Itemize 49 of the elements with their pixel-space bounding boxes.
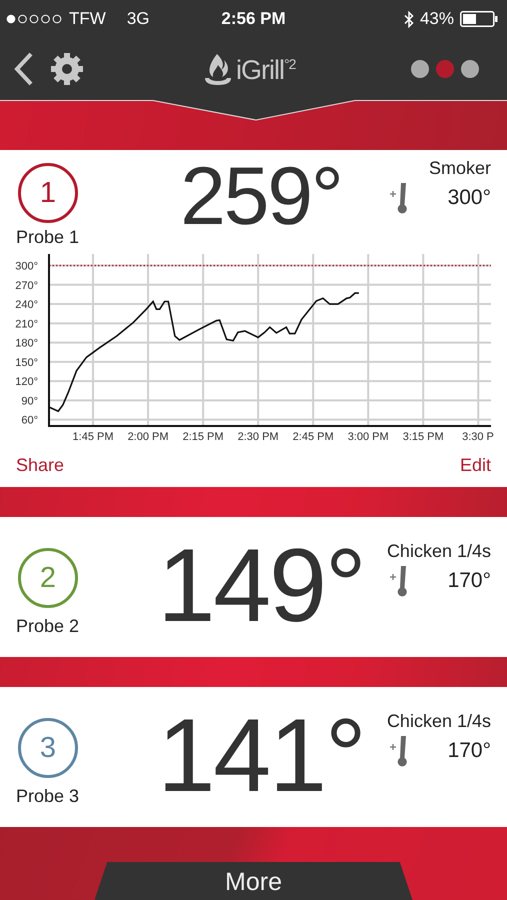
probe-name: Probe 1 bbox=[16, 227, 80, 248]
y-axis-label: 120° bbox=[15, 376, 38, 388]
x-axis-label: 3:30 P bbox=[462, 431, 494, 443]
probe-temperature: 149° bbox=[156, 529, 366, 644]
page-indicator-dot[interactable] bbox=[461, 60, 479, 78]
bluetooth-icon bbox=[404, 10, 414, 28]
y-axis-label: 210° bbox=[15, 318, 38, 330]
battery-percent: 43% bbox=[420, 9, 454, 29]
preset-name: Smoker bbox=[428, 158, 491, 179]
battery-icon bbox=[460, 11, 498, 27]
probe-name: Probe 2 bbox=[16, 616, 80, 637]
y-axis-label: 150° bbox=[15, 356, 38, 369]
signal-icon bbox=[6, 14, 64, 24]
x-axis-label: 2:15 PM bbox=[182, 431, 224, 443]
action-link[interactable]: Share bbox=[16, 455, 64, 476]
network-type: 3G bbox=[126, 9, 150, 29]
probe-temperature: 259° bbox=[179, 152, 343, 242]
preset-name: Chicken 1/4s bbox=[386, 541, 491, 562]
action-link[interactable]: Edit bbox=[460, 455, 491, 476]
x-axis-label: 3:15 PM bbox=[402, 431, 444, 443]
target-temperature: 170° bbox=[448, 738, 491, 762]
page-indicator-dot[interactable] bbox=[411, 60, 429, 78]
y-axis-label: 240° bbox=[15, 299, 38, 312]
probe-number-badge: 3 bbox=[18, 718, 78, 778]
y-axis-label: 270° bbox=[15, 280, 38, 292]
app-logo-text: iGrill$^{°2}$ bbox=[236, 55, 296, 86]
y-axis-label: 300° bbox=[15, 260, 38, 273]
probe-number-badge: 2 bbox=[18, 548, 78, 608]
x-axis-label: 2:30 PM bbox=[238, 431, 279, 443]
probe-name: Probe 3 bbox=[16, 786, 80, 807]
x-axis-label: 2:45 PM bbox=[292, 431, 334, 443]
clock-time: 2:56 PM bbox=[220, 9, 287, 29]
preset-name: Chicken 1/4s bbox=[386, 711, 491, 732]
back-icon[interactable] bbox=[14, 52, 34, 86]
more-button[interactable]: More bbox=[94, 862, 412, 900]
flame-icon bbox=[204, 52, 232, 86]
carrier-name: TFW bbox=[69, 9, 106, 29]
y-axis-label: 60° bbox=[21, 414, 38, 427]
page-indicator-dot[interactable] bbox=[436, 60, 454, 78]
settings-icon[interactable] bbox=[50, 52, 84, 86]
probe-number-badge: 1 bbox=[18, 163, 78, 223]
x-axis-label: 1:45 PM bbox=[72, 431, 114, 443]
probe-temperature: 141° bbox=[156, 699, 366, 814]
target-temperature: 170° bbox=[448, 568, 491, 592]
target-temperature: 300° bbox=[448, 186, 491, 210]
y-axis-label: 90° bbox=[21, 395, 38, 408]
y-axis-label: 180° bbox=[15, 338, 38, 350]
x-axis-label: 2:00 PM bbox=[128, 431, 169, 443]
x-axis-label: 3:00 PM bbox=[348, 431, 389, 443]
